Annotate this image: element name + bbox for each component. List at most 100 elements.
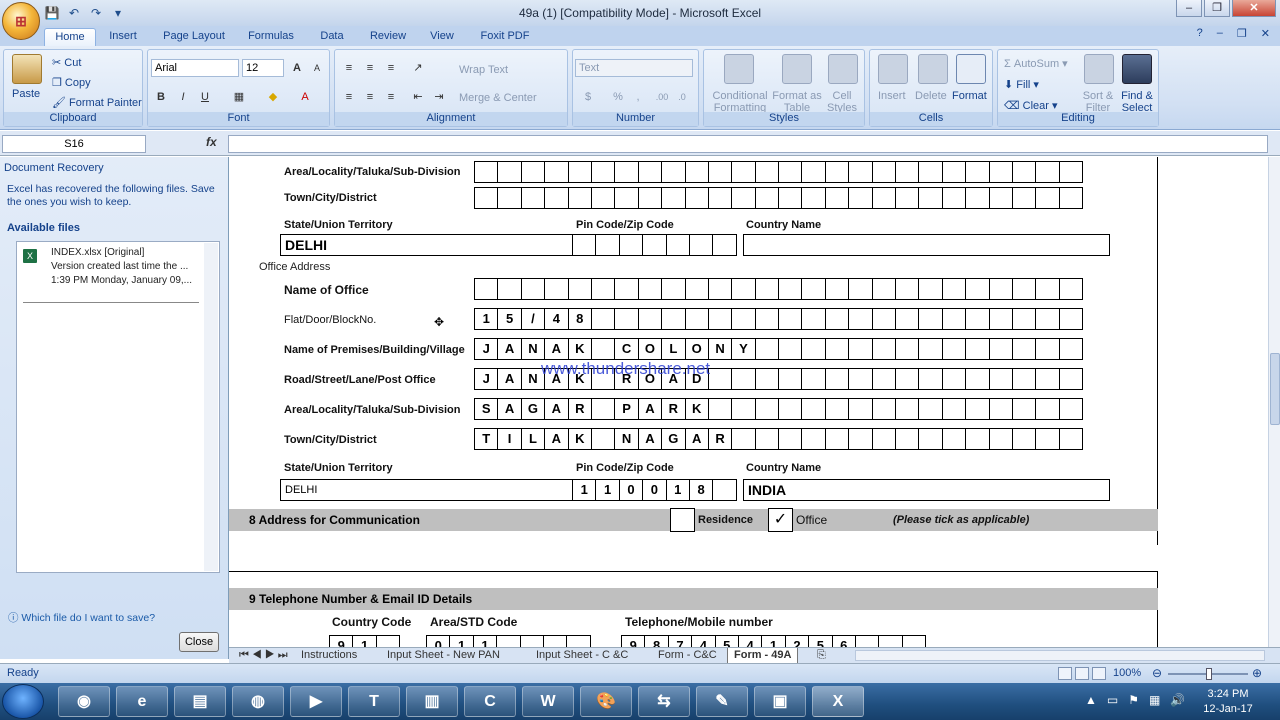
char-cell[interactable] (1011, 368, 1037, 390)
char-cell[interactable]: 4 (737, 635, 763, 647)
char-cell[interactable] (878, 635, 903, 647)
char-cell[interactable]: 8 (688, 479, 714, 501)
char-cell[interactable] (871, 308, 897, 330)
char-cell[interactable] (754, 161, 780, 183)
char-cell[interactable] (801, 187, 826, 209)
vertical-scroll-thumb[interactable] (1270, 353, 1280, 425)
char-cell[interactable] (778, 187, 803, 209)
char-cell[interactable] (496, 635, 521, 647)
char-cell[interactable]: 7 (667, 635, 693, 647)
borders-icon[interactable]: ▦ (230, 88, 248, 106)
char-cell[interactable] (824, 428, 850, 450)
underline-button[interactable]: U (196, 88, 214, 106)
chrome-icon[interactable]: ◉ (58, 686, 110, 717)
winrar-icon[interactable]: ▥ (406, 686, 458, 717)
char-cell[interactable] (918, 187, 943, 209)
char-cell[interactable] (661, 278, 686, 300)
char-cell[interactable] (544, 187, 569, 209)
cut-button[interactable]: ✂ Cut (52, 56, 81, 69)
format-as-table-button[interactable]: Format as Table (772, 90, 822, 114)
char-cell[interactable] (754, 278, 780, 300)
format-button[interactable]: Format (952, 90, 987, 102)
char-cell[interactable] (614, 187, 639, 209)
char-cell[interactable] (754, 428, 780, 450)
char-cell[interactable] (801, 338, 826, 360)
char-cell[interactable] (871, 278, 897, 300)
percent-button[interactable]: % (609, 88, 627, 106)
char-cell[interactable] (778, 398, 803, 420)
char-cell[interactable] (665, 234, 690, 256)
char-cell[interactable] (965, 368, 990, 390)
char-cell[interactable] (637, 308, 663, 330)
char-cell[interactable] (520, 278, 546, 300)
internet-explorer-icon[interactable]: e (116, 686, 168, 717)
formula-input[interactable] (228, 135, 1268, 153)
char-cell[interactable] (712, 234, 737, 256)
office-button[interactable]: ⊞ (2, 2, 40, 40)
char-cell[interactable] (941, 278, 967, 300)
char-cell[interactable] (614, 161, 639, 183)
char-cell[interactable] (965, 308, 990, 330)
char-cell[interactable]: 4 (544, 308, 569, 330)
char-cell[interactable] (731, 161, 756, 183)
char-cell[interactable] (895, 368, 920, 390)
char-cell[interactable] (965, 428, 990, 450)
char-cell[interactable] (590, 428, 616, 450)
char-cell[interactable]: 9 (621, 635, 646, 647)
align-left-icon[interactable]: ≡ (340, 88, 358, 106)
cell-styles-icon[interactable] (828, 54, 858, 84)
char-cell[interactable] (474, 187, 499, 209)
char-cell[interactable]: K (684, 398, 709, 420)
tab-formulas[interactable]: Formulas (240, 28, 302, 46)
char-cell[interactable]: 5 (497, 308, 522, 330)
decrease-indent-icon[interactable]: ⇤ (409, 88, 427, 106)
char-cell[interactable] (1035, 338, 1060, 360)
char-cell[interactable] (941, 368, 967, 390)
char-cell[interactable] (871, 428, 897, 450)
char-cell[interactable] (848, 368, 873, 390)
char-cell[interactable]: G (661, 428, 686, 450)
char-cell[interactable] (801, 368, 826, 390)
merge-center-button[interactable]: Merge & Center (459, 92, 537, 104)
page-layout-view-button[interactable] (1075, 667, 1089, 680)
file-explorer-icon[interactable]: ▤ (174, 686, 226, 717)
find-select-button[interactable]: Find & Select (1118, 90, 1156, 114)
char-cell[interactable] (731, 398, 756, 420)
char-cell[interactable]: J (474, 368, 499, 390)
char-cell[interactable] (824, 338, 850, 360)
delete-cells-icon[interactable] (918, 54, 948, 84)
char-cell[interactable] (566, 635, 591, 647)
char-cell[interactable] (520, 187, 546, 209)
char-cell[interactable] (778, 428, 803, 450)
paint-icon[interactable]: 🎨 (580, 686, 632, 717)
char-cell[interactable] (614, 308, 639, 330)
action-center-icon[interactable]: ⚑ (1128, 693, 1139, 707)
char-cell[interactable] (1058, 308, 1084, 330)
zoom-out-icon[interactable]: ⊖ (1152, 666, 1162, 680)
sheet-tab-input-cc[interactable]: Input Sheet - C &C (530, 648, 634, 662)
char-cell[interactable] (707, 398, 733, 420)
char-cell[interactable] (1058, 428, 1084, 450)
char-cell[interactable] (941, 161, 967, 183)
char-cell[interactable] (871, 398, 897, 420)
office-name-cells[interactable] (474, 278, 1084, 300)
tab-view[interactable]: View (422, 28, 462, 46)
char-cell[interactable]: 9 (329, 635, 354, 647)
char-cell[interactable] (661, 187, 686, 209)
vertical-scrollbar[interactable] (1268, 157, 1280, 647)
char-cell[interactable]: 0 (426, 635, 451, 647)
paste-icon[interactable] (12, 54, 42, 84)
char-cell[interactable] (941, 398, 967, 420)
char-cell[interactable] (965, 278, 990, 300)
char-cell[interactable] (824, 161, 850, 183)
char-cell[interactable] (519, 635, 544, 647)
zoom-level[interactable]: 100% (1113, 667, 1141, 679)
office-checkbox[interactable]: ✓ (768, 508, 793, 532)
residence-town-cells[interactable] (474, 187, 1084, 209)
char-cell[interactable] (801, 398, 826, 420)
char-cell[interactable]: N (614, 428, 639, 450)
char-cell[interactable] (375, 635, 401, 647)
char-cell[interactable] (684, 308, 709, 330)
decrease-decimal-icon[interactable]: .0 (673, 88, 691, 106)
increase-decimal-icon[interactable]: .00 (653, 88, 671, 106)
